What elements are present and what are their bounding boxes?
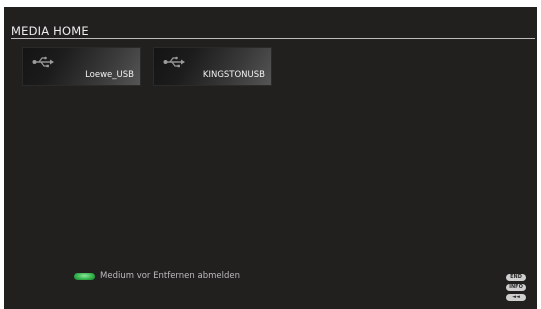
usb-icon: [163, 56, 185, 68]
remote-keys-legend: END INFO ◄◄: [506, 274, 528, 304]
device-tile-kingstonusb[interactable]: KINGSTONUSB: [154, 48, 271, 85]
device-label: KINGSTONUSB: [202, 70, 265, 80]
device-label: Loewe_USB: [85, 70, 134, 80]
green-button-icon[interactable]: [74, 272, 95, 280]
tv-screen: MEDIA HOME Loewe_USB KINGSTONUSB Medium …: [4, 7, 537, 309]
usb-icon: [32, 56, 54, 68]
page-title: MEDIA HOME: [11, 24, 89, 38]
title-divider: [11, 38, 535, 39]
eject-hint: Medium vor Entfernen abmelden: [74, 271, 240, 281]
info-key-icon[interactable]: INFO: [506, 284, 526, 291]
eject-hint-text: Medium vor Entfernen abmelden: [100, 271, 240, 281]
back-key-icon[interactable]: ◄◄: [506, 294, 526, 301]
device-tile-loewe-usb[interactable]: Loewe_USB: [23, 48, 140, 85]
end-key-icon[interactable]: END: [506, 274, 526, 281]
